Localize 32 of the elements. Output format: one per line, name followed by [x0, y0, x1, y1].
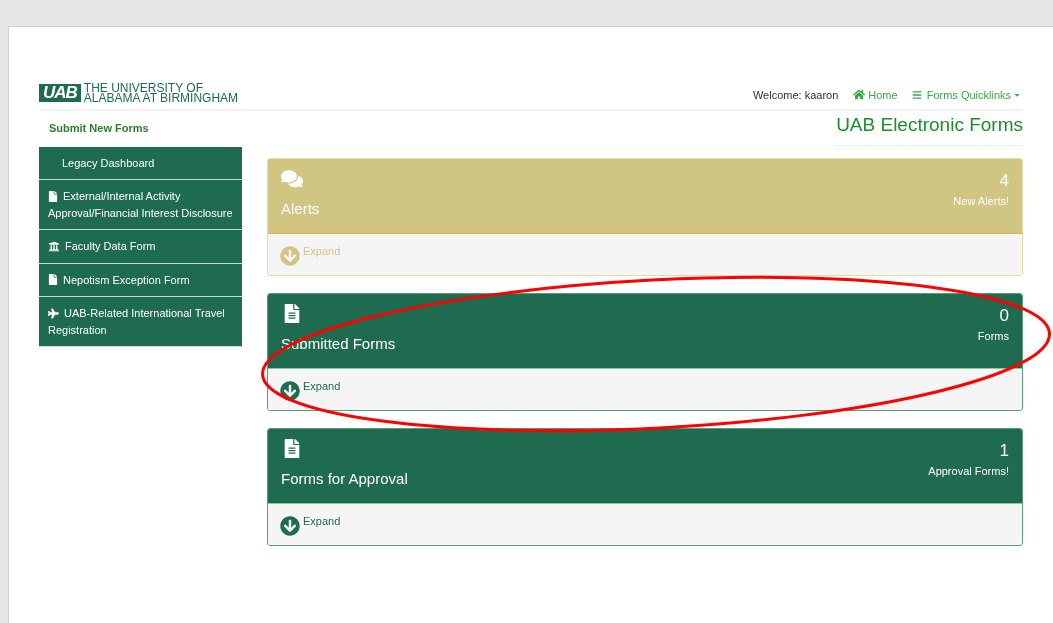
logo-mark: UAB: [39, 84, 81, 102]
menu-icon: [911, 89, 922, 100]
down-arrow-icon: [280, 245, 300, 266]
panel-count-label: Forms: [977, 328, 1009, 344]
home-link[interactable]: Home: [853, 86, 898, 103]
panel-title: Alerts: [281, 199, 320, 219]
welcome-text: Welcome: kaaron: [752, 87, 839, 103]
expand-button[interactable]: Expand: [280, 512, 341, 536]
sidebar-item[interactable]: Legacy Dashboard: [39, 146, 242, 180]
sidebar-title: Submit New Forms: [49, 121, 150, 136]
file-icon: [48, 274, 58, 286]
panel-count: 0: [999, 305, 1009, 326]
home-icon: [853, 89, 866, 101]
expand-button[interactable]: Expand: [280, 377, 341, 401]
quicklinks-menu[interactable]: Forms Quicklinks: [911, 86, 1021, 103]
bank-icon: [48, 240, 60, 252]
panel-count-label: Approval Forms!: [928, 463, 1009, 479]
university-name: THE UNIVERSITY OF ALABAMA AT BIRMINGHAM: [83, 83, 239, 103]
sidebar-item[interactable]: External/Internal Activity Approval/Financial Interest Disclosure: [39, 180, 242, 230]
speech-bubbles-icon: [281, 168, 303, 188]
file-icon: [48, 190, 58, 202]
down-arrow-icon: [280, 380, 300, 401]
plane-icon: [48, 307, 59, 319]
sidebar-item[interactable]: Faculty Data Form: [39, 230, 242, 264]
panel-count: 1: [999, 440, 1009, 461]
panel-count-label: New Alerts!: [953, 193, 1009, 209]
sidebar-item[interactable]: UAB-Related International Travel Registration: [39, 297, 242, 347]
panel-title: Forms for Approval: [281, 469, 408, 489]
panel-count: 4: [999, 170, 1009, 191]
sidebar-item[interactable]: Nepotism Exception Form: [39, 263, 242, 297]
down-arrow-icon: [280, 515, 300, 536]
page-title: UAB Electronic Forms: [836, 111, 1023, 146]
